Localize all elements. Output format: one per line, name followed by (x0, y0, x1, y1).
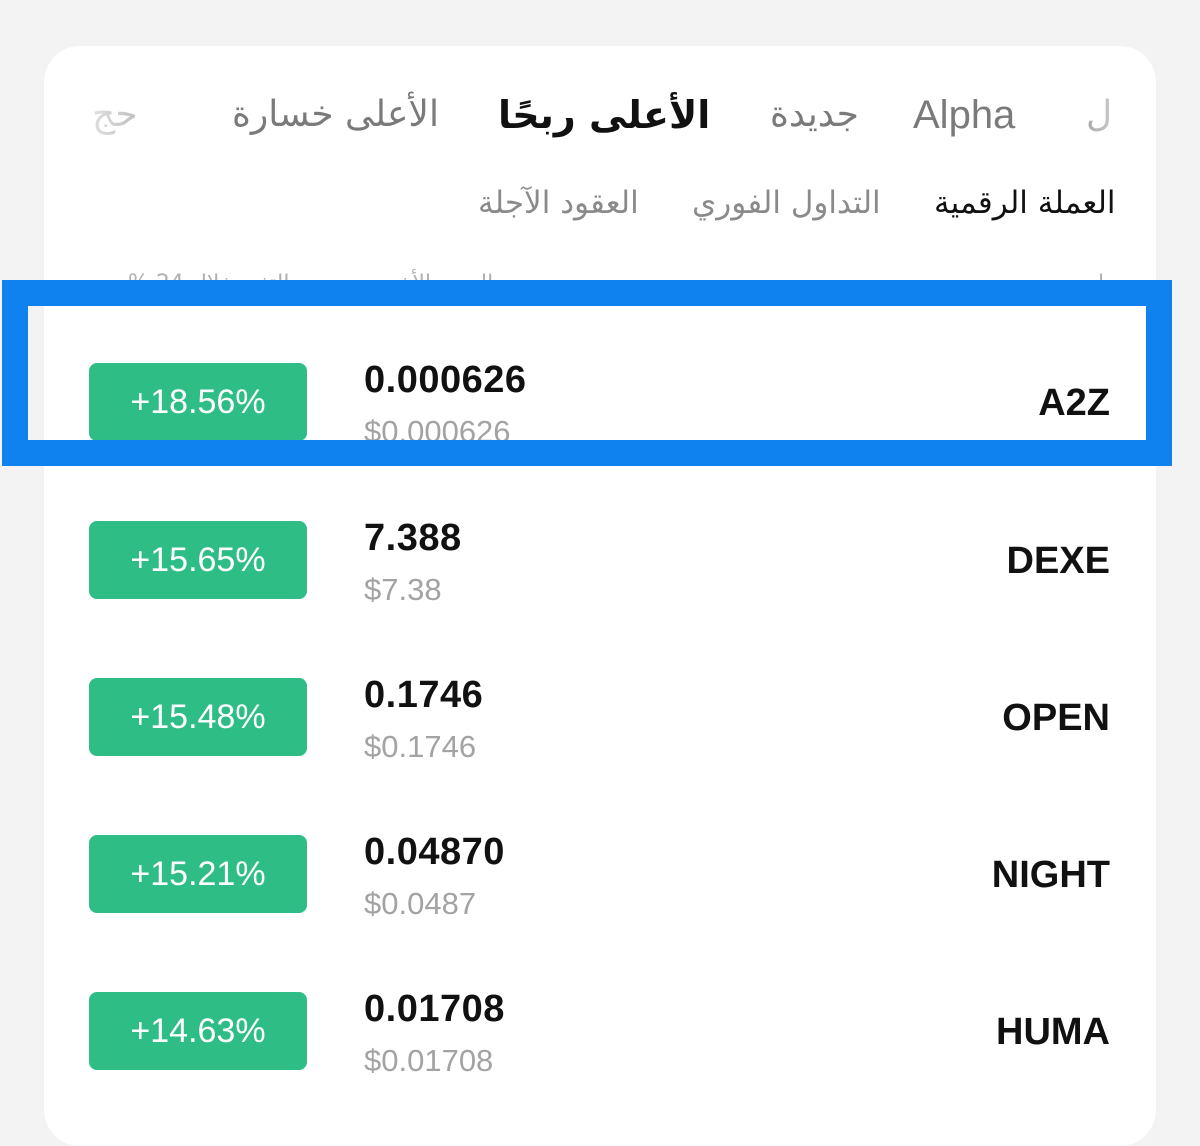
last-price: 7.388 (364, 517, 462, 559)
coin-symbol: HUMA (996, 1011, 1110, 1053)
last-price: 0.1746 (364, 674, 484, 716)
last-price: 0.01708 (364, 988, 505, 1030)
price-usd: $0.01708 (364, 1043, 494, 1078)
category-tabs: ل Alpha جديدة الأعلى ربحًا الأعلى خسارة … (0, 90, 1200, 140)
coin-symbol: DEXE (1006, 540, 1110, 582)
coin-symbol: A2Z (1038, 382, 1110, 424)
price-usd: $0.1746 (364, 729, 477, 764)
table-row[interactable]: +15.48% 0.1746 $0.1746 OPEN (44, 641, 1156, 791)
subtab-futures[interactable]: العقود الآجلة (478, 180, 639, 226)
tab-new[interactable]: جديدة (770, 90, 859, 140)
table-row[interactable]: +14.63% 0.01708 $0.01708 HUMA (44, 955, 1156, 1105)
subtab-crypto[interactable]: العملة الرقمية (934, 180, 1116, 226)
column-header-name[interactable]: ا (1098, 262, 1104, 284)
tab-top-gainers[interactable]: الأعلى ربحًا (498, 90, 710, 140)
table-row[interactable]: +15.21% 0.04870 $0.0487 NIGHT (44, 798, 1156, 948)
change-badge[interactable]: +18.56% (89, 363, 307, 441)
change-badge[interactable]: +15.65% (89, 521, 307, 599)
table-row[interactable]: +15.65% 7.388 $7.38 DEXE (44, 484, 1156, 634)
column-header-price[interactable]: السعر الأخير (380, 262, 493, 284)
price-usd: $7.38 (364, 572, 442, 607)
change-badge[interactable]: +15.21% (89, 835, 307, 913)
change-badge[interactable]: +15.48% (89, 678, 307, 756)
column-headers: ا السعر الأخير % التغير خلال 24 (0, 262, 1200, 284)
last-price: 0.04870 (364, 831, 505, 873)
tab-alpha[interactable]: Alpha (913, 90, 1015, 140)
price-usd: $0.000626 (364, 414, 511, 449)
column-header-change[interactable]: % التغير خلال 24 (128, 262, 289, 284)
tab-top-losers[interactable]: الأعلى خسارة (232, 90, 439, 140)
table-row[interactable]: +18.56% 0.000626 $0.000626 A2Z (44, 326, 1156, 476)
change-badge[interactable]: +14.63% (89, 992, 307, 1070)
subtab-spot[interactable]: التداول الفوري (692, 180, 881, 226)
coin-symbol: OPEN (1002, 697, 1110, 739)
coin-symbol: NIGHT (991, 854, 1110, 896)
tab-partial-left[interactable]: حج (92, 90, 138, 140)
tab-partial-right[interactable]: ل (1086, 90, 1112, 140)
price-usd: $0.0487 (364, 886, 477, 921)
last-price: 0.000626 (364, 359, 527, 401)
